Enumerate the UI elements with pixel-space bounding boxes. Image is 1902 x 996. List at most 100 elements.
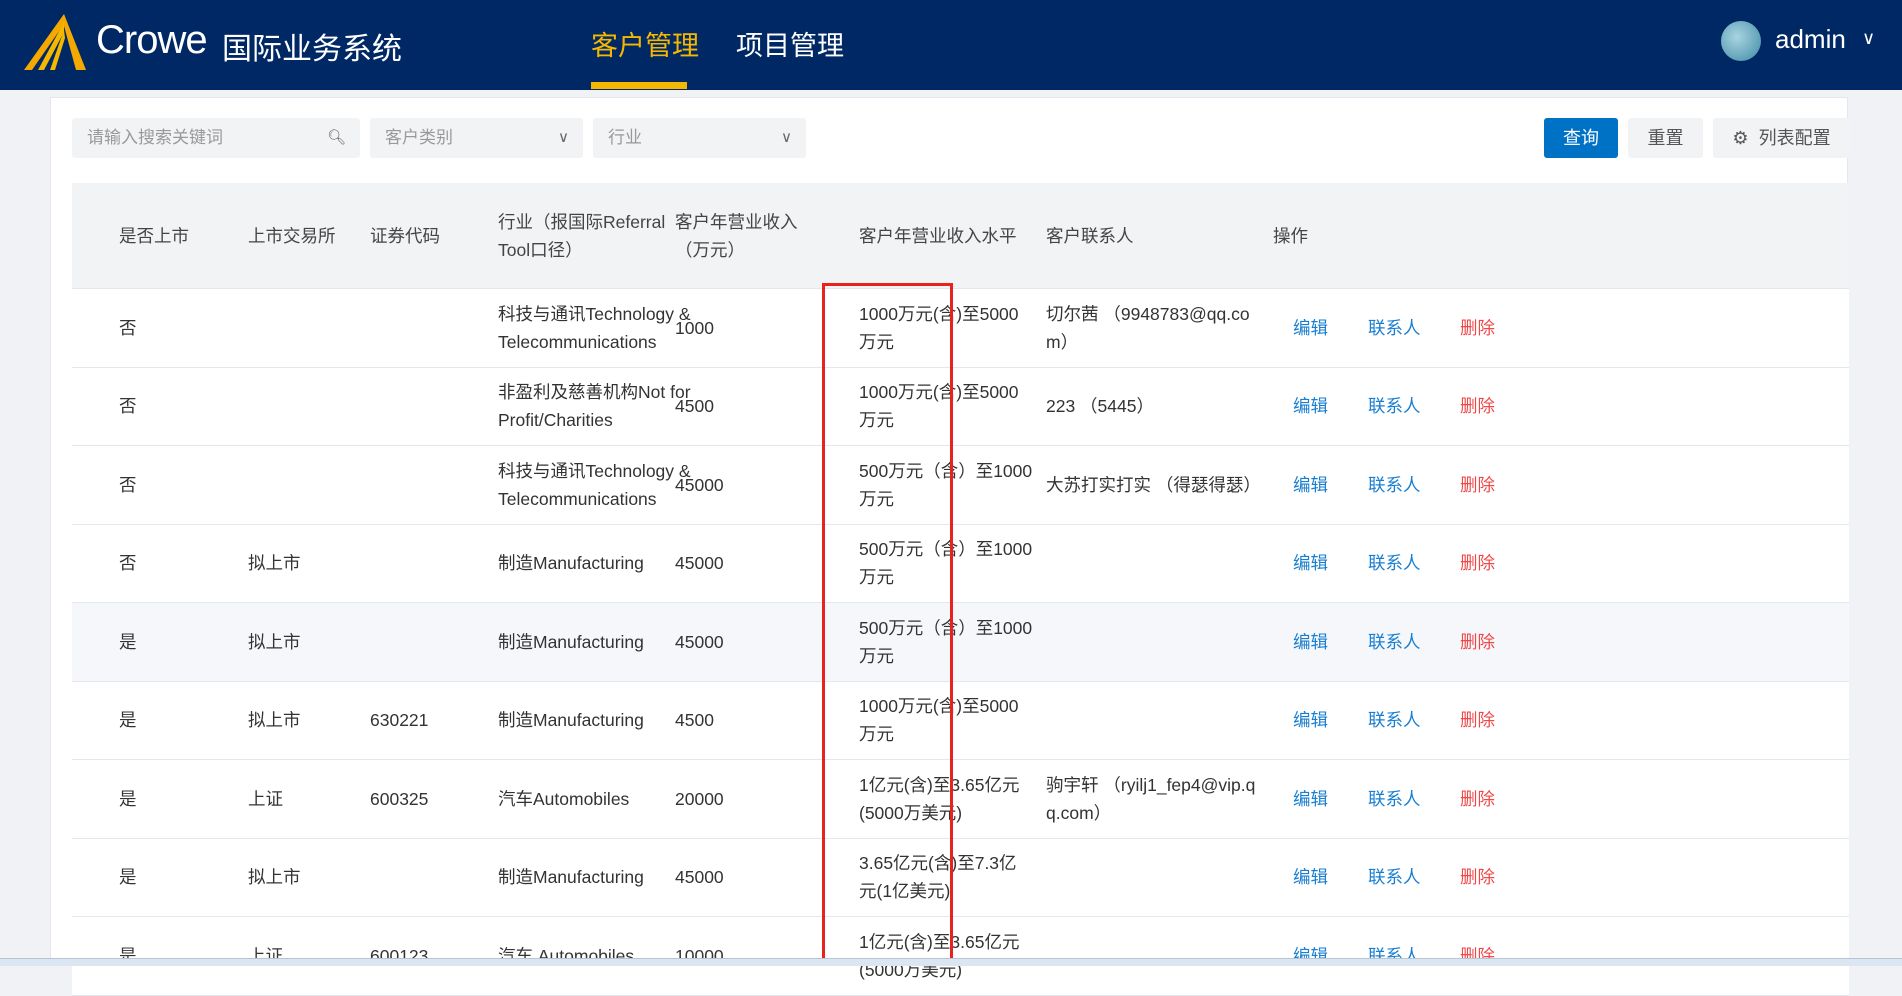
cell-industry: 汽车Automobiles	[498, 788, 630, 809]
delete-link[interactable]: 删除	[1460, 549, 1495, 577]
bottom-bar	[0, 958, 1902, 966]
cell-exchange: 拟上市	[248, 710, 301, 731]
customer-category-select[interactable]: 客户类别 ∨	[370, 118, 583, 158]
delete-link[interactable]: 删除	[1460, 706, 1495, 734]
category-placeholder: 客户类别	[385, 128, 453, 147]
cell-listed: 是	[119, 788, 137, 809]
search-icon[interactable]: 🔍︎	[327, 118, 346, 158]
nav-project-management[interactable]: 项目管理	[736, 24, 844, 63]
cell-listed: 否	[119, 396, 137, 417]
edit-link[interactable]: 编辑	[1293, 706, 1328, 734]
cell-contact: 切尔茜 （9948783@qq.com）	[1046, 303, 1250, 352]
nav-customer-management[interactable]: 客户管理	[591, 24, 699, 63]
edit-link[interactable]: 编辑	[1293, 863, 1328, 891]
avatar[interactable]	[1721, 21, 1761, 61]
cell-level: 1000万元(含)至5000万元	[859, 303, 1019, 352]
cell-listed: 否	[119, 474, 137, 495]
contacts-link[interactable]: 联系人	[1368, 392, 1421, 420]
cell-listed: 是	[119, 631, 137, 652]
column-config-button[interactable]: ⚙ 列表配置	[1713, 118, 1850, 158]
reset-button[interactable]: 重置	[1628, 118, 1703, 158]
user-name[interactable]: admin	[1775, 24, 1846, 55]
search-input[interactable]: 请输入搜索关键词 🔍︎	[72, 118, 360, 158]
delete-link[interactable]: 删除	[1460, 628, 1495, 656]
column-header: 上市交易所	[248, 225, 336, 246]
cell-level: 1亿元(含)至3.65亿元(5000万美元)	[859, 774, 1020, 823]
delete-link[interactable]: 删除	[1460, 314, 1495, 342]
cell-exchange: 上证	[248, 788, 283, 809]
customer-table: 是否上市 上市交易所 证券代码 行业（报国际Referral Tool口径） 客户年营业…	[72, 183, 1849, 996]
table-row[interactable]: 是 拟上市 制造Manufacturing 45000 3.65亿元(含)至7.3亿元(…	[72, 838, 1849, 917]
column-header: 客户年营业收入水平	[859, 225, 1017, 246]
column-config-label: 列表配置	[1758, 128, 1831, 148]
table-row[interactable]: 是上证 600123 汽车 Automobiles 10000 1亿元(含)至3.65亿…	[72, 917, 1849, 996]
cell-industry: 制造Manufacturing	[498, 867, 644, 888]
cell-revenue: 45000	[675, 867, 724, 888]
table-row[interactable]: 否 科技与通讯Technology & Telecommunications 450…	[72, 446, 1849, 525]
table-row[interactable]: 是 拟上市 制造Manufacturing 45000 500万元（含）至1000万元 编…	[72, 603, 1849, 682]
chevron-down-icon[interactable]: ∨	[1862, 28, 1875, 49]
cell-level: 1亿元(含)至3.65亿元(5000万美元)	[859, 931, 1020, 980]
contacts-link[interactable]: 联系人	[1368, 785, 1421, 813]
cell-level: 3.65亿元(含)至7.3亿元(1亿美元)	[859, 853, 1017, 902]
delete-link[interactable]: 删除	[1460, 863, 1495, 891]
cell-contact: 223 （5445）	[1046, 396, 1154, 417]
cell-revenue: 4500	[675, 710, 714, 731]
delete-link[interactable]: 删除	[1460, 392, 1495, 420]
column-header: 是否上市	[119, 225, 189, 246]
gear-icon: ⚙	[1732, 128, 1749, 148]
cell-code: 630221	[370, 710, 429, 731]
table-row[interactable]: 是 上证 600325 汽车Automobiles 20000 1亿元(含)至3.65亿元…	[72, 760, 1849, 839]
top-header: Crowe 国际业务系统 客户管理 项目管理 admin ∨	[0, 0, 1902, 90]
cell-revenue: 45000	[675, 474, 724, 495]
cell-listed: 是	[119, 710, 137, 731]
contacts-link[interactable]: 联系人	[1368, 863, 1421, 891]
cell-industry: 科技与通讯Technology & Telecommunications	[498, 303, 691, 352]
query-button[interactable]: 查询	[1544, 118, 1618, 158]
table-row[interactable]: 否 拟上市 制造Manufacturing 45000 500万元（含）至1000万元 编…	[72, 524, 1849, 603]
cell-exchange: 拟上市	[248, 553, 301, 574]
cell-revenue: 4500	[675, 396, 714, 417]
contacts-link[interactable]: 联系人	[1368, 706, 1421, 734]
edit-link[interactable]: 编辑	[1293, 471, 1328, 499]
cell-revenue: 45000	[675, 631, 724, 652]
table-row[interactable]: 是 拟上市 630221 制造Manufacturing 4500 1000万元(含)至5…	[72, 681, 1849, 760]
contacts-link[interactable]: 联系人	[1368, 314, 1421, 342]
contacts-link[interactable]: 联系人	[1368, 628, 1421, 656]
delete-link[interactable]: 删除	[1460, 471, 1495, 499]
edit-link[interactable]: 编辑	[1293, 628, 1328, 656]
industry-placeholder: 行业	[608, 128, 642, 147]
customer-list-card: 请输入搜索关键词 🔍︎ 客户类别 ∨ 行业 ∨ 查询 重置 ⚙ 列表配置 是否上市 上市…	[50, 97, 1850, 996]
table-row[interactable]: 否科技与通讯Technology & Telecommunications 100…	[72, 289, 1849, 368]
cell-level: 1000万元(含)至5000万元	[859, 696, 1019, 745]
column-header: 操作	[1273, 225, 1308, 246]
cell-contact: 大苏打实打实 （得瑟得瑟）	[1046, 474, 1261, 495]
delete-link[interactable]: 删除	[1460, 785, 1495, 813]
cell-code: 600325	[370, 788, 429, 809]
cell-exchange: 拟上市	[248, 631, 301, 652]
column-header: 证券代码	[370, 225, 440, 246]
cell-exchange: 拟上市	[248, 867, 301, 888]
edit-link[interactable]: 编辑	[1293, 785, 1328, 813]
cell-industry: 制造Manufacturing	[498, 553, 644, 574]
edit-link[interactable]: 编辑	[1293, 549, 1328, 577]
cell-industry: 制造Manufacturing	[498, 710, 644, 731]
cell-level: 500万元（含）至1000万元	[859, 460, 1033, 509]
table-header: 是否上市 上市交易所 证券代码 行业（报国际Referral Tool口径） 客户年营业…	[72, 183, 1849, 289]
edit-link[interactable]: 编辑	[1293, 314, 1328, 342]
brand-name: Crowe	[96, 18, 208, 62]
cell-industry: 制造Manufacturing	[498, 631, 644, 652]
edit-link[interactable]: 编辑	[1293, 392, 1328, 420]
contacts-link[interactable]: 联系人	[1368, 471, 1421, 499]
contacts-link[interactable]: 联系人	[1368, 549, 1421, 577]
system-name: 国际业务系统	[222, 33, 402, 66]
cell-listed: 否	[119, 317, 137, 338]
cell-revenue: 1000	[675, 317, 714, 338]
chevron-down-icon: ∨	[558, 129, 569, 146]
cell-revenue: 45000	[675, 553, 724, 574]
search-placeholder: 请输入搜索关键词	[87, 128, 223, 147]
industry-select[interactable]: 行业 ∨	[593, 118, 806, 158]
table-row[interactable]: 否 非盈利及慈善机构Not for Profit/Charities 4500 100…	[72, 367, 1849, 446]
cell-listed: 否	[119, 553, 137, 574]
cell-listed: 是	[119, 867, 137, 888]
